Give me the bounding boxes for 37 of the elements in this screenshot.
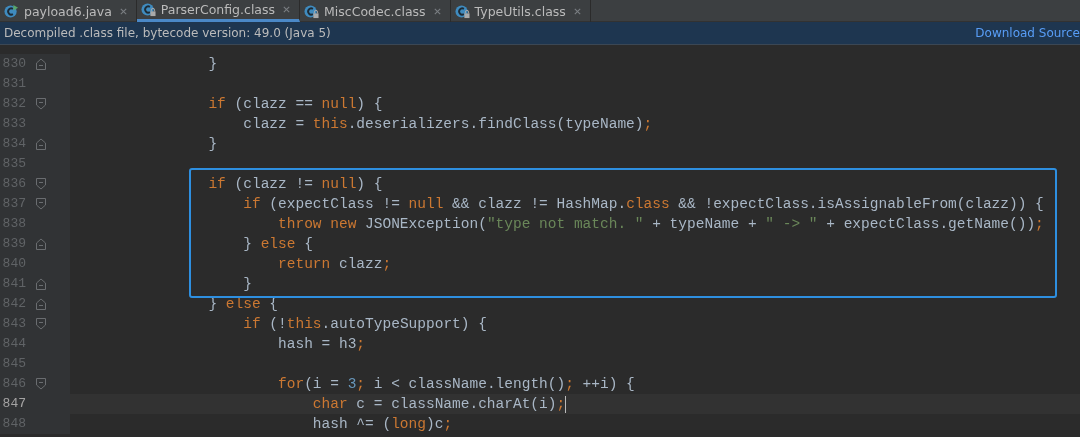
code-line: hash = h3; xyxy=(277,335,366,354)
download-sources-link[interactable]: Download Source xyxy=(975,26,1080,40)
close-icon[interactable] xyxy=(432,6,442,16)
code-line: } xyxy=(207,55,218,74)
code-line: if (clazz == null) { xyxy=(207,95,383,114)
code-line: hash ^= (long)c; xyxy=(311,415,453,434)
close-icon[interactable] xyxy=(282,5,292,14)
fold-marker-icon[interactable] xyxy=(36,278,46,290)
code-line: if (clazz != null) { xyxy=(207,175,383,194)
code-line: } xyxy=(242,275,252,294)
fold-marker-icon[interactable] xyxy=(36,138,46,150)
fold-marker-icon[interactable] xyxy=(36,238,46,250)
code-line: if (expectClass != null && clazz != HashMap.class && !expectClass.isAssignableFrom(clazz)) { xyxy=(242,195,1044,214)
fold-marker-icon[interactable] xyxy=(36,98,46,110)
code-line: if (!this.autoTypeSupport) { xyxy=(242,315,487,334)
locked-class-icon xyxy=(454,3,470,19)
fold-marker-icon[interactable] xyxy=(36,378,46,390)
code-line: return clazz; xyxy=(277,255,392,274)
banner-message: Decompiled .class file, bytecode version: 49.0 (Java 5) xyxy=(4,26,331,40)
fold-marker-icon[interactable] xyxy=(36,318,46,330)
code-line: } xyxy=(207,135,218,154)
java-class-run-icon xyxy=(4,3,19,19)
locked-class-icon xyxy=(304,3,320,19)
editor-tab[interactable]: ParserConfig.class xyxy=(136,0,301,22)
fold-marker-icon[interactable] xyxy=(36,58,46,70)
line-number: 847 xyxy=(1,395,26,413)
close-icon[interactable] xyxy=(572,6,582,16)
fold-marker-icon[interactable] xyxy=(36,298,46,310)
code-line: } else { xyxy=(242,235,313,254)
code-line: clazz = this.deserializers.findClass(typeName); xyxy=(242,115,653,134)
code-line: throw new JSONException("type not match. " + typeName + " -> " + expectClass.getName()); xyxy=(277,215,1044,234)
code-line: for(i = 3; i < className.length(); ++i) { xyxy=(277,375,635,394)
code-line: char c = className.charAt(i); xyxy=(311,395,566,414)
close-icon[interactable] xyxy=(118,6,128,16)
fold-marker-icon[interactable] xyxy=(36,198,46,210)
fold-marker-icon[interactable] xyxy=(36,178,46,190)
locked-class-icon xyxy=(140,2,156,17)
